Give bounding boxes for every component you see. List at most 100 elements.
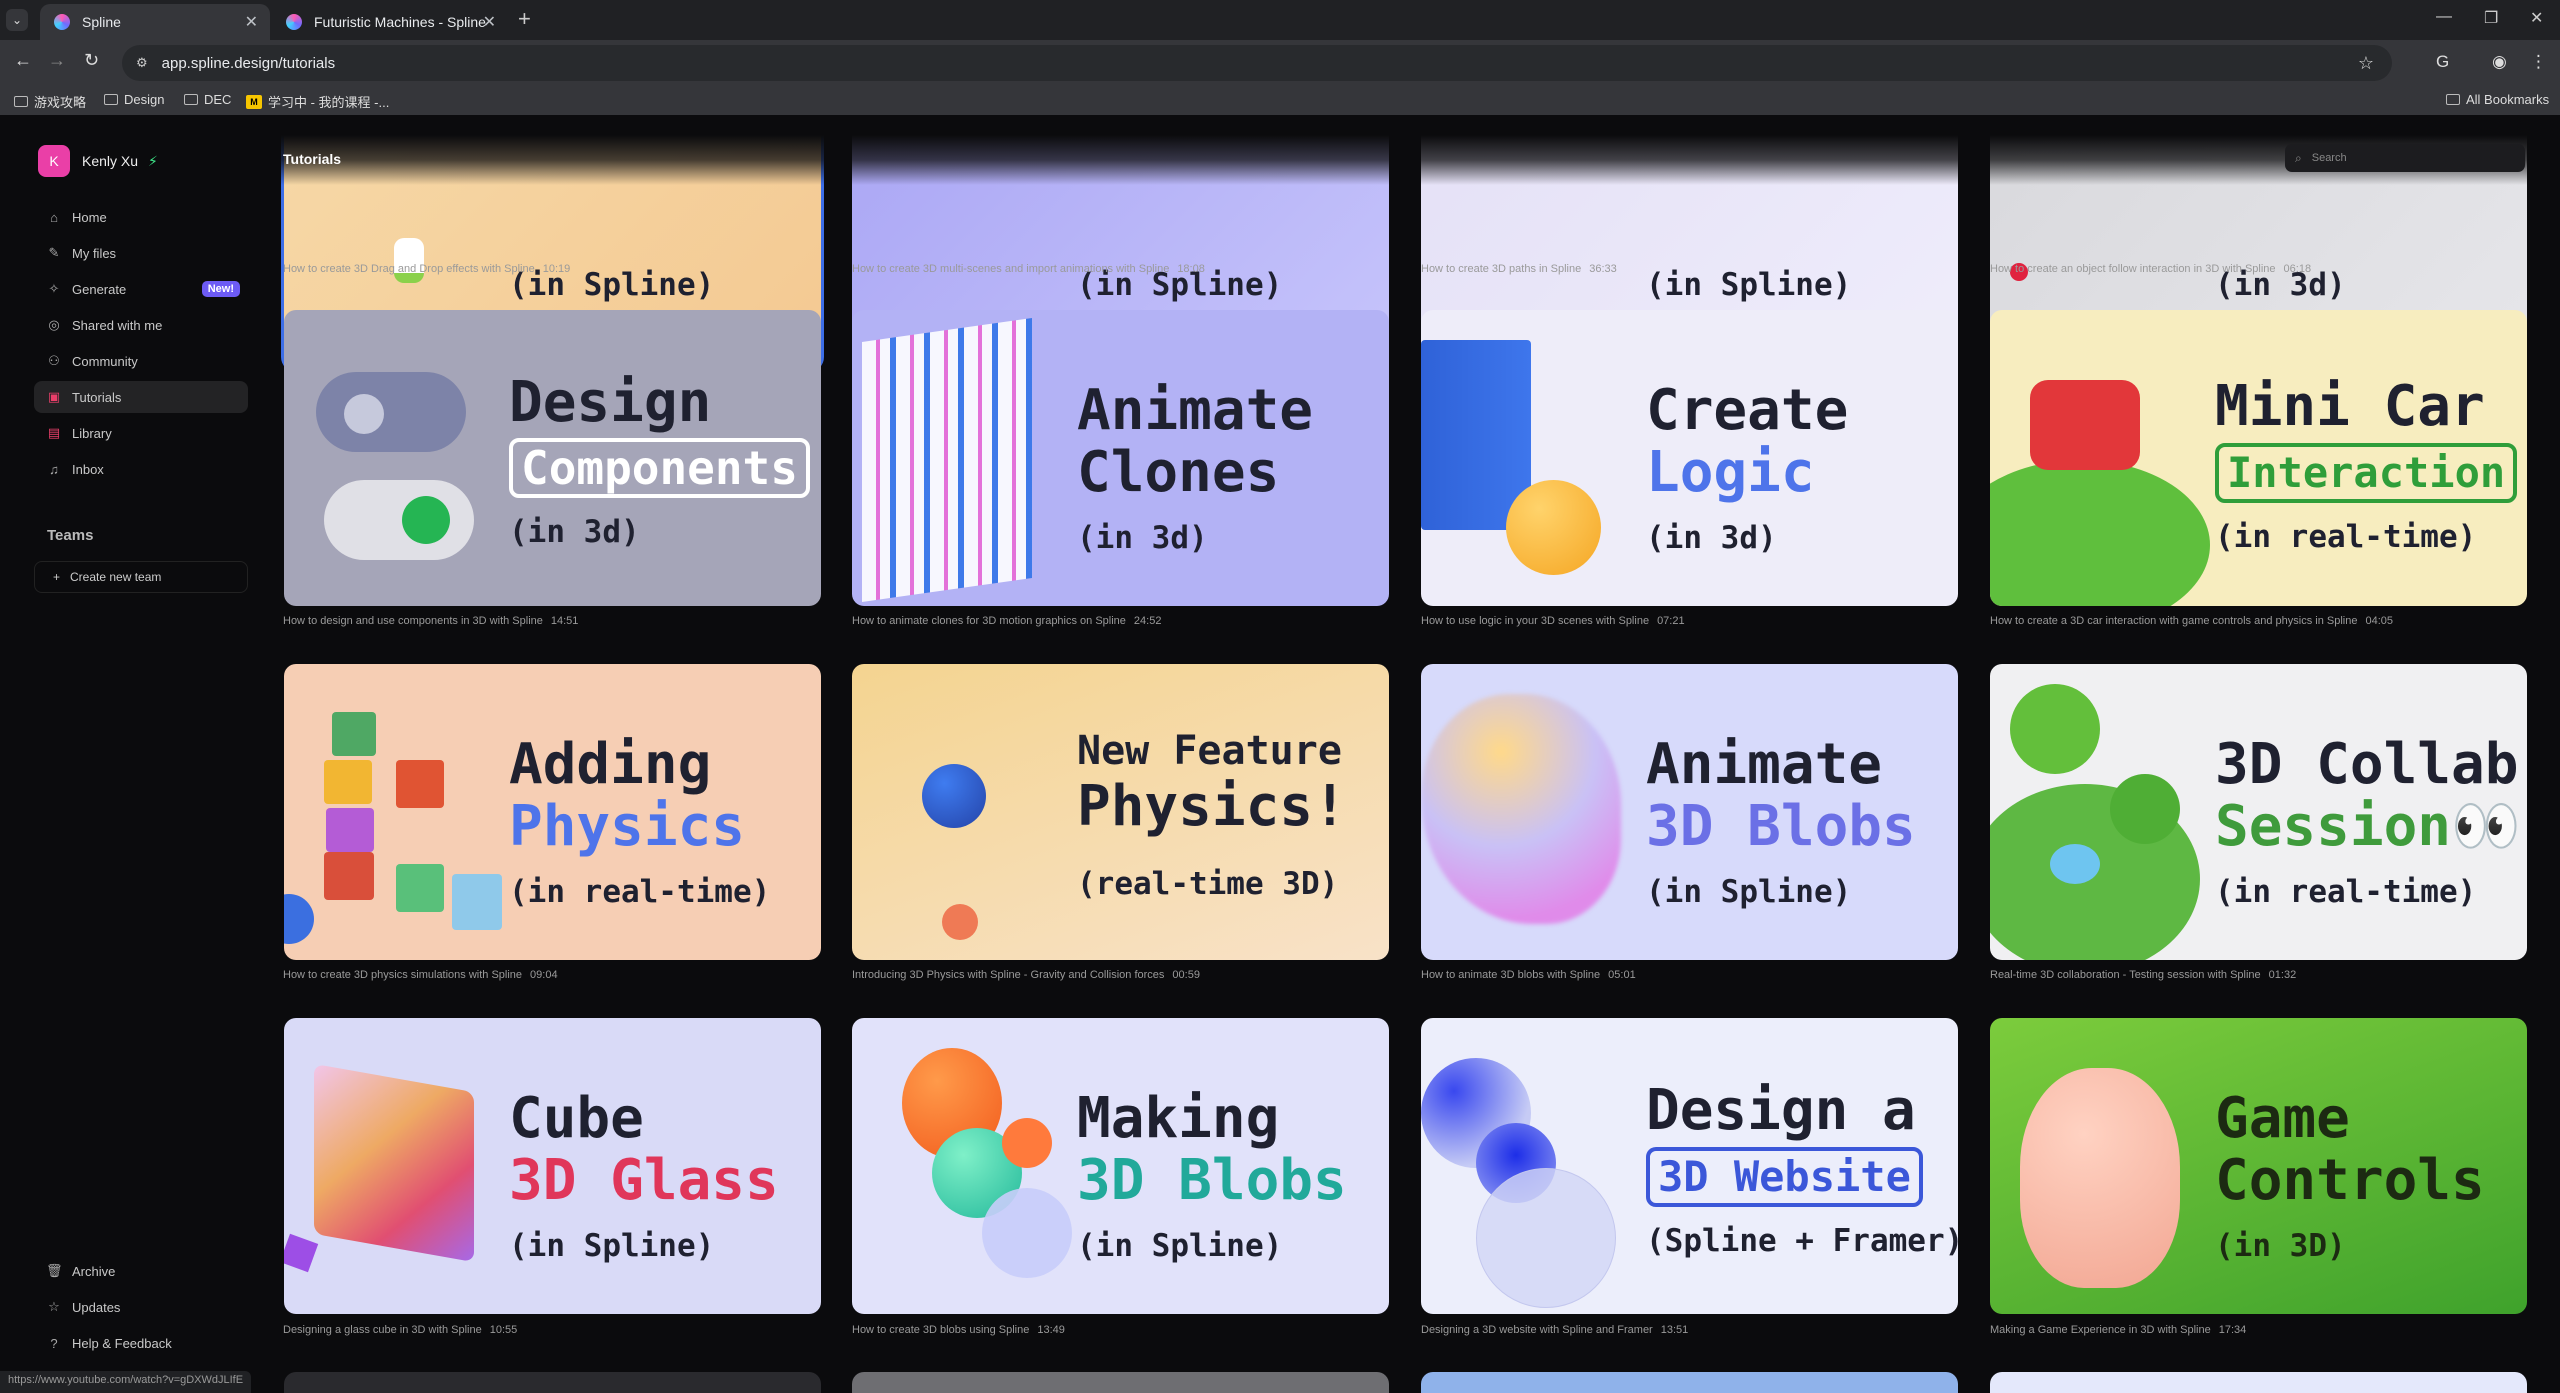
card-title-line3: (in Spline) bbox=[509, 1228, 715, 1264]
minimize-icon[interactable]: — bbox=[2436, 8, 2452, 26]
sidebar-item-my-files[interactable]: ✎ My files bbox=[34, 237, 248, 269]
block-decoration bbox=[452, 874, 502, 930]
caption-text: Real-time 3D collaboration - Testing ses… bbox=[1990, 969, 2261, 981]
new-tab-icon[interactable]: + bbox=[518, 6, 531, 32]
card-title-line1: Animate bbox=[1077, 378, 1314, 443]
bookmark-item[interactable]: DEC bbox=[184, 92, 231, 107]
video-card[interactable]: Create Logic (in 3d) bbox=[1421, 310, 1958, 606]
video-card[interactable]: Design a 3D Website (Spline + Framer) bbox=[1421, 1018, 1958, 1314]
caption-text: How to create 3D multi-scenes and import… bbox=[852, 263, 1170, 275]
card-title-line1: 3D Collab bbox=[2215, 732, 2519, 797]
sidebar-item-archive[interactable]: 🗑 Archive bbox=[34, 1255, 248, 1287]
caption-duration: 00:59 bbox=[1172, 969, 1200, 981]
video-card[interactable]: Animate Clones (in 3d) bbox=[852, 310, 1389, 606]
sidebar-item-community[interactable]: ⚇ Community bbox=[34, 345, 248, 377]
back-icon[interactable]: ← bbox=[14, 50, 32, 71]
video-card[interactable] bbox=[852, 1372, 1389, 1393]
bookmark-star-icon[interactable]: ☆ bbox=[2358, 53, 2374, 74]
new-badge: New! bbox=[201, 281, 240, 297]
reload-icon[interactable]: ↻ bbox=[84, 50, 99, 71]
video-card[interactable] bbox=[1421, 1372, 1958, 1393]
card-title-line1: Design bbox=[509, 370, 712, 435]
sidebar-item-library[interactable]: ▤ Library bbox=[34, 417, 248, 449]
caption-text: How to design and use components in 3D w… bbox=[283, 615, 543, 627]
caption-duration: 10:55 bbox=[489, 1324, 518, 1336]
folder-icon bbox=[184, 94, 198, 105]
all-bookmarks[interactable]: All Bookmarks bbox=[2446, 92, 2549, 107]
card-title-line2: Session👀 bbox=[2215, 794, 2521, 859]
card-title-line3: (in real-time) bbox=[509, 874, 771, 910]
search-input[interactable]: ⌕ Search bbox=[2285, 144, 2525, 172]
sidebar-item-label: Generate bbox=[72, 281, 127, 297]
ball-decoration bbox=[284, 894, 314, 944]
tutorials-icon: ▣ bbox=[47, 389, 61, 404]
home-icon: ⌂ bbox=[50, 209, 58, 225]
google-icon[interactable]: G bbox=[2436, 52, 2449, 72]
video-card[interactable]: Animate 3D Blobs (in Spline) bbox=[1421, 664, 1958, 960]
tab-futuristic-machines[interactable]: Futuristic Machines - Spline ✕ bbox=[272, 4, 508, 40]
toggle-decoration bbox=[344, 394, 384, 434]
video-card[interactable]: Game Controls (in 3D) bbox=[1990, 1018, 2527, 1314]
user-menu[interactable]: K Kenly Xu ⚡ bbox=[38, 145, 158, 177]
video-card[interactable]: Adding Physics (in real-time) bbox=[284, 664, 821, 960]
video-caption: How to create a 3D car interaction with … bbox=[1990, 615, 2527, 627]
card-title-line2: Clones bbox=[1077, 440, 1280, 505]
video-card[interactable]: Cube 3D Glass (in Spline) bbox=[284, 1018, 821, 1314]
forward-icon[interactable]: → bbox=[48, 50, 66, 71]
sidebar-item-help[interactable]: ? Help & Feedback bbox=[34, 1327, 248, 1359]
close-tab-icon[interactable]: ✕ bbox=[483, 12, 496, 32]
caption-text: How to create 3D Drag and Drop effects w… bbox=[283, 263, 535, 275]
sidebar-item-generate[interactable]: ✧ Generate New! bbox=[34, 273, 248, 305]
caption-text: How to create a 3D car interaction with … bbox=[1990, 615, 2358, 627]
sidebar-item-updates[interactable]: ☆ Updates bbox=[34, 1291, 248, 1323]
blob-decoration bbox=[982, 1188, 1072, 1278]
close-window-icon[interactable]: ✕ bbox=[2530, 8, 2543, 28]
page-header: Tutorials bbox=[265, 115, 2560, 185]
bookmark-label: 学习中 - 我的课程 -... bbox=[268, 95, 390, 110]
bookmark-item[interactable]: M 学习中 - 我的课程 -... bbox=[246, 92, 389, 111]
sidebar-item-label: Shared with me bbox=[72, 317, 163, 333]
shared-icon: ◎ bbox=[48, 317, 60, 332]
video-card[interactable] bbox=[284, 1372, 821, 1393]
tab-spline[interactable]: Spline ✕ bbox=[40, 4, 270, 40]
url-text: app.spline.design/tutorials bbox=[161, 54, 336, 72]
sidebar-item-label: Help & Feedback bbox=[72, 1335, 172, 1351]
caption-duration: 01:32 bbox=[2268, 969, 2297, 981]
block-decoration bbox=[326, 808, 374, 852]
sidebar-item-tutorials[interactable]: ▣ Tutorials bbox=[34, 381, 248, 413]
video-card[interactable]: 3D Collab Session👀 (in real-time) bbox=[1990, 664, 2527, 960]
caption-text: How to create an object follow interacti… bbox=[1990, 263, 2276, 275]
sidebar-item-shared[interactable]: ◎ Shared with me bbox=[34, 309, 248, 341]
thumbnail-decoration bbox=[394, 238, 424, 283]
video-caption: How to create an object follow interacti… bbox=[1990, 263, 2527, 275]
caption-duration: 18:08 bbox=[1177, 263, 1205, 275]
card-title-line2: 3D Website bbox=[1646, 1147, 1923, 1207]
restore-icon[interactable]: ❐ bbox=[2484, 8, 2498, 28]
close-tab-icon[interactable]: ✕ bbox=[245, 12, 258, 32]
bookmark-item[interactable]: 游戏攻略 bbox=[14, 92, 86, 111]
profile-icon[interactable]: ◉ bbox=[2492, 52, 2507, 72]
sidebar-item-inbox[interactable]: ♫ Inbox bbox=[34, 453, 248, 485]
glass-cube-decoration bbox=[314, 1063, 474, 1263]
address-bar[interactable]: ⚙ app.spline.design/tutorials ☆ bbox=[122, 45, 2392, 81]
tree-decoration bbox=[2110, 774, 2180, 844]
sidebar-item-home[interactable]: ⌂ Home bbox=[34, 201, 248, 233]
video-caption: How to create 3D paths in Spline 36:33 bbox=[1421, 263, 1958, 275]
video-card[interactable] bbox=[1990, 1372, 2527, 1393]
bookmark-item[interactable]: Design bbox=[104, 92, 164, 107]
tab-search-icon[interactable]: ⌄ bbox=[6, 9, 28, 31]
caption-duration: 13:51 bbox=[1660, 1324, 1689, 1336]
video-card[interactable]: Mini Car Interaction (in real-time) bbox=[1990, 310, 2527, 606]
create-team-button[interactable]: + Create new team bbox=[34, 561, 248, 593]
video-card[interactable]: Design Components (in 3d) bbox=[284, 310, 821, 606]
card-title-line2: 3D Glass bbox=[509, 1148, 779, 1213]
sidebar-item-label: Inbox bbox=[72, 461, 104, 477]
tab-title: Spline bbox=[82, 14, 121, 30]
site-settings-icon[interactable]: ⚙ bbox=[136, 55, 148, 71]
bubble-decoration bbox=[1476, 1168, 1616, 1308]
block-decoration bbox=[332, 712, 376, 756]
video-card[interactable]: Making 3D Blobs (in Spline) bbox=[852, 1018, 1389, 1314]
menu-dots-icon[interactable]: ⋮ bbox=[2530, 52, 2547, 72]
video-card[interactable]: New Feature Physics! (real-time 3D) bbox=[852, 664, 1389, 960]
card-title-line2: Physics! bbox=[1077, 774, 1347, 839]
